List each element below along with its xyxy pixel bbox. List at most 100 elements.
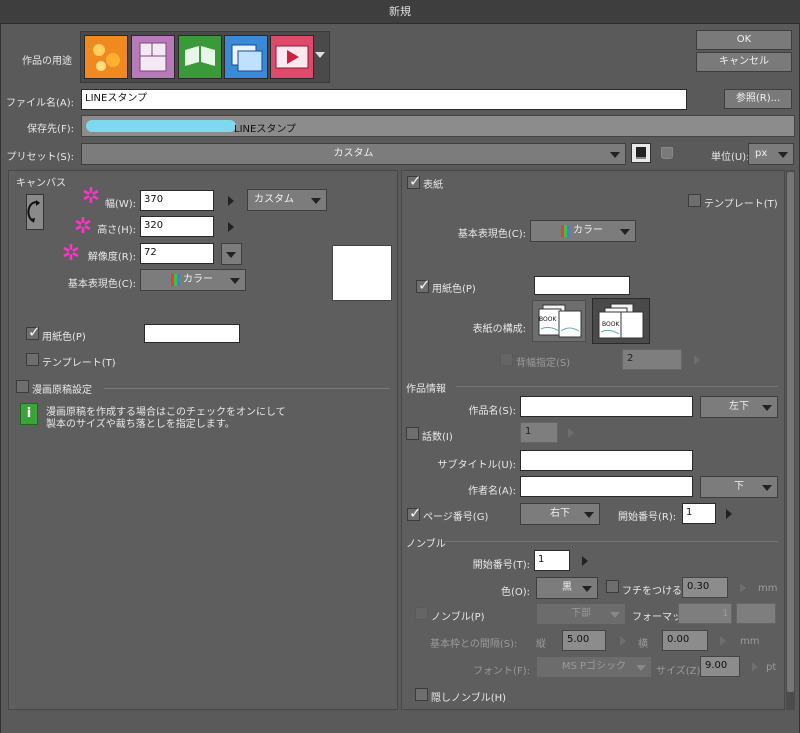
info-icon: i	[20, 403, 38, 425]
window-titlebar[interactable]: 新規	[0, 0, 800, 24]
nombre-size-stepper-icon[interactable]	[752, 662, 758, 672]
nombre-border-unit: mm	[758, 583, 778, 594]
spine-checkbox[interactable]	[500, 353, 513, 366]
scrollbar-thumb[interactable]	[787, 172, 794, 692]
delete-preset-icon[interactable]	[657, 143, 677, 163]
size-preset-select[interactable]: カスタム	[247, 189, 327, 211]
nombre-font-select[interactable]: MS Pゴシック	[536, 656, 652, 678]
work-info-section-title: 作品情報	[406, 384, 446, 395]
nombre-size-input[interactable]: 9.00	[700, 656, 740, 677]
illustration-icon[interactable]	[84, 35, 128, 79]
width-stepper-icon[interactable]	[228, 196, 234, 206]
orientation-swap-icon[interactable]	[26, 194, 44, 230]
picture-icon[interactable]	[224, 35, 268, 79]
height-stepper-icon[interactable]	[228, 222, 234, 232]
subtitle-label: サブタイトル(U):	[437, 460, 517, 471]
cover-checkbox[interactable]: ✓	[407, 172, 422, 190]
comic-info-line-2: 製本のサイズや裁ち落としを指定します。	[46, 419, 235, 430]
canvas-paper-color-swatch[interactable]	[144, 324, 240, 343]
nombre-gap-h-stepper-icon[interactable]	[720, 636, 726, 646]
book-badge: BOOK	[602, 321, 620, 328]
canvas-template-checkbox[interactable]	[26, 353, 39, 366]
book-badge: BOOK	[539, 316, 557, 323]
work-title-input[interactable]	[520, 396, 693, 417]
unit-label: 単位(U):	[711, 152, 750, 163]
save-preset-icon[interactable]	[631, 143, 651, 163]
cover-template-checkbox[interactable]	[688, 194, 701, 207]
nombre-start-stepper-icon[interactable]	[582, 556, 588, 566]
book-icon[interactable]	[178, 35, 222, 79]
comic-setting-checkbox[interactable]	[16, 380, 29, 393]
start-number-input[interactable]: 1	[682, 503, 716, 524]
nombre-border-input[interactable]: 0.30	[682, 577, 728, 598]
hidden-nombre-checkbox[interactable]	[415, 688, 428, 701]
author-position-select[interactable]: 下	[700, 476, 778, 498]
resolution-input[interactable]: 72	[140, 243, 214, 264]
resolution-select[interactable]	[221, 243, 242, 265]
nombre-gap-v-input[interactable]: 5.00	[562, 630, 606, 651]
color-swatch-icon	[171, 274, 180, 286]
canvas-preview	[332, 245, 392, 301]
checkmark-icon: ✓	[418, 276, 431, 294]
episode-stepper-icon[interactable]	[568, 428, 574, 438]
unit-select[interactable]: px	[748, 143, 794, 165]
author-input[interactable]	[520, 476, 693, 497]
nombre-start-label: 開始番号(T):	[472, 560, 530, 571]
episode-label: 話数(I)	[422, 432, 453, 443]
episode-checkbox[interactable]	[406, 427, 419, 440]
cancel-button[interactable]: キャンセル	[696, 52, 792, 72]
chevron-down-icon	[620, 229, 630, 235]
nombre-section-title: ノンブル	[406, 539, 446, 550]
work-title-position-select[interactable]: 左下	[700, 396, 778, 418]
page-number-checkbox[interactable]: ✓	[407, 504, 422, 522]
savepath-label: 保存先(F):	[27, 124, 74, 135]
canvas-color-mode-select[interactable]: カラー	[140, 269, 246, 291]
start-number-stepper-icon[interactable]	[726, 509, 732, 519]
cover-paper-color-label: 用紙色(P)	[432, 284, 476, 295]
nombre-gap-h-label: 横	[638, 639, 648, 650]
preset-select[interactable]: カスタム	[81, 143, 626, 165]
animation-icon[interactable]	[270, 35, 314, 79]
subtitle-input[interactable]	[520, 450, 693, 471]
divider	[456, 386, 778, 387]
nombre-gap-h-input[interactable]: 0.00	[662, 630, 708, 651]
cover-spread-option[interactable]: BOOK	[592, 298, 650, 344]
scrollbar[interactable]	[786, 170, 795, 710]
spine-stepper-icon[interactable]	[694, 355, 700, 365]
usage-dropdown-arrow-icon[interactable]	[315, 52, 325, 58]
nombre-color-select[interactable]: 黒	[536, 577, 598, 599]
cover-composition-label: 表紙の構成:	[472, 324, 526, 335]
cover-paper-color-checkbox[interactable]: ✓	[416, 276, 431, 294]
nombre-format-suffix-input[interactable]	[736, 603, 776, 624]
comic-setting-label: 漫画原稿設定	[32, 385, 92, 396]
nombre-position-select[interactable]: 下部	[536, 603, 626, 625]
nombre-start-input[interactable]: 1	[534, 550, 570, 571]
cover-template-label: テンプレート(T)	[704, 199, 778, 210]
savepath-value: LINEスタンプ	[234, 124, 297, 135]
page-number-position-select[interactable]: 右下	[520, 503, 600, 525]
episode-input[interactable]: 1	[520, 422, 558, 443]
cover-paper-color-swatch[interactable]	[534, 276, 630, 295]
cover-single-option[interactable]: BOOK	[532, 300, 586, 342]
cover-color-mode-select[interactable]: カラー	[530, 220, 636, 242]
height-input[interactable]: 320	[140, 216, 214, 237]
author-label: 作者名(A):	[467, 486, 516, 497]
nombre-checkbox[interactable]	[415, 607, 428, 620]
spine-input[interactable]: 2	[622, 349, 682, 370]
usage-label: 作品の用途	[22, 56, 72, 67]
filename-input[interactable]: LINEスタンプ	[81, 89, 687, 110]
nombre-gap-unit: mm	[740, 636, 760, 647]
browse-button[interactable]: 参照(R)...	[724, 89, 792, 109]
nombre-color-label: 色(O):	[500, 587, 530, 598]
nombre-gap-v-label: 縦	[536, 639, 546, 650]
width-input[interactable]: 370	[140, 190, 214, 211]
page-number-label: ページ番号(G)	[423, 512, 489, 523]
ok-button[interactable]: OK	[696, 30, 792, 50]
nombre-gap-v-stepper-icon[interactable]	[620, 636, 626, 646]
nombre-border-stepper-icon[interactable]	[740, 583, 746, 593]
canvas-paper-color-checkbox[interactable]: ✓	[26, 323, 41, 341]
comic-icon[interactable]	[131, 35, 175, 79]
canvas-color-mode-label: 基本表現色(C):	[67, 279, 136, 290]
nombre-border-checkbox[interactable]	[606, 580, 619, 593]
page-number-position-value: 右下	[550, 508, 570, 519]
